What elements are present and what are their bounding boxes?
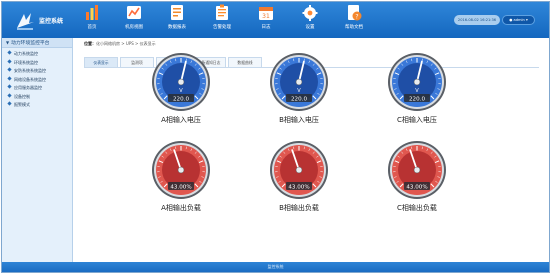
gauge-value: 220.0 — [291, 96, 307, 102]
nav-item-1[interactable]: 机房视图 — [114, 4, 154, 36]
sidebar-item[interactable]: 动力系统监控 — [2, 50, 72, 59]
nav-label: 首页 — [87, 25, 97, 30]
warning-list-icon — [216, 4, 228, 20]
nav-item-0[interactable]: 首页 — [72, 4, 112, 36]
collapse-icon: ▼ — [6, 40, 10, 45]
sidebar-item[interactable]: 报警模式 — [2, 101, 72, 110]
sidebar-item[interactable]: 安防系统系统监控 — [2, 67, 72, 76]
breadcrumb: 位置：化小网络机房 > UPS > 仪表显示 — [84, 41, 156, 46]
sidebar-item[interactable]: 网络设备系统监控 — [2, 75, 72, 85]
gauge-unit: V — [297, 88, 301, 94]
gauge-label: A相输入电压 — [161, 116, 201, 124]
tab-4[interactable]: 数据曲线 — [228, 57, 262, 67]
gauge-label: B相输入电压 — [279, 116, 319, 124]
tab-0[interactable]: 仪表显示 — [84, 57, 118, 67]
gauge-dial: 43.00% — [152, 141, 210, 199]
nav-item-2[interactable]: 数据报表 — [157, 4, 197, 36]
gauge-dial: V 220.0 — [388, 53, 446, 111]
nav-label: 数据报表 — [168, 25, 186, 30]
bullet-icon — [7, 92, 12, 98]
footer: 监控系统 — [2, 262, 549, 272]
nav-label: 日志 — [261, 25, 271, 30]
main-content: 位置：化小网络机房 > UPS > 仪表显示 仪表显示监测项设备历史日志设备通知… — [74, 38, 549, 262]
nav-label: 告警处理 — [213, 25, 231, 30]
gauge-label: C相输入电压 — [397, 116, 437, 124]
sidebar-item[interactable]: 应用服务器监控 — [2, 84, 72, 93]
nav-item-6[interactable]: ? 帮助文档 — [334, 4, 374, 36]
report-icon — [171, 5, 183, 20]
app-title: 监控系统 — [39, 18, 64, 25]
nav-label: 机房视图 — [125, 25, 143, 30]
calendar-icon: 31 — [259, 7, 273, 20]
top-header: 监控系统 首页 机房视图 数据报表 告警处理 31 日志 设置? 帮助文档 2016-08-0… — [2, 2, 549, 38]
logo-icon — [17, 13, 34, 30]
tab-1[interactable]: 监测项 — [120, 57, 154, 67]
nav-item-5[interactable]: 设置 — [290, 4, 330, 36]
line-chart-icon — [127, 6, 141, 19]
gauge-value: 220.0 — [409, 96, 425, 102]
bullet-icon — [7, 75, 12, 81]
app-window: 监控系统 首页 机房视图 数据报表 告警处理 31 日志 设置? 帮助文档 2016-08-0… — [1, 1, 550, 273]
nav-item-4[interactable]: 31 日志 — [246, 4, 286, 36]
sidebar-item[interactable]: 设备控制 — [2, 92, 72, 102]
gauge-value: 43.00% — [406, 184, 427, 190]
gauge-unit: V — [179, 88, 183, 94]
svg-text:?: ? — [355, 13, 358, 20]
bullet-icon — [7, 67, 12, 72]
gauge-dial: V 220.0 — [152, 53, 210, 111]
nav-label: 设置 — [305, 25, 315, 30]
gauge-dial: V 220.0 — [270, 53, 328, 111]
sidebar-item[interactable]: 环境系统监控 — [2, 58, 72, 68]
bullet-icon — [7, 50, 12, 55]
user-name: admin — [513, 18, 525, 22]
gauge-label: B相输出负载 — [279, 204, 319, 212]
chevron-down-icon: ▾ — [524, 18, 528, 22]
bullet-icon — [7, 84, 12, 89]
datetime-display: 2016-08-02 16:21:36 — [454, 15, 500, 25]
chart-bar-icon — [86, 5, 98, 20]
gauge-dial: 43.00% — [388, 141, 446, 199]
gauge-label: C相输出负载 — [397, 204, 437, 212]
gauge-value: 43.00% — [288, 184, 309, 190]
user-menu[interactable]: ● admin ▾ — [502, 15, 535, 25]
gauge-value: 43.00% — [170, 184, 191, 190]
sidebar: ▼ 动力环境监控平台 动力系统监控 环境系统监控 安防系统系统监控 网络设备系统监控 应用… — [2, 38, 73, 262]
gauge-dial: 43.00% — [270, 141, 328, 199]
sidebar-title[interactable]: ▼ 动力环境监控平台 — [2, 38, 72, 48]
gear-icon — [302, 5, 318, 21]
gauge-label: A相输出负载 — [161, 204, 201, 212]
bullet-icon — [7, 58, 12, 64]
nav-item-3[interactable]: 告警处理 — [202, 4, 242, 36]
nav-label: 帮助文档 — [345, 25, 363, 30]
gauge-unit: V — [415, 88, 419, 94]
bullet-icon — [7, 101, 12, 106]
svg-text:31: 31 — [262, 13, 270, 20]
help-document-icon: ? — [348, 5, 362, 21]
gauge-value: 220.0 — [173, 96, 189, 102]
